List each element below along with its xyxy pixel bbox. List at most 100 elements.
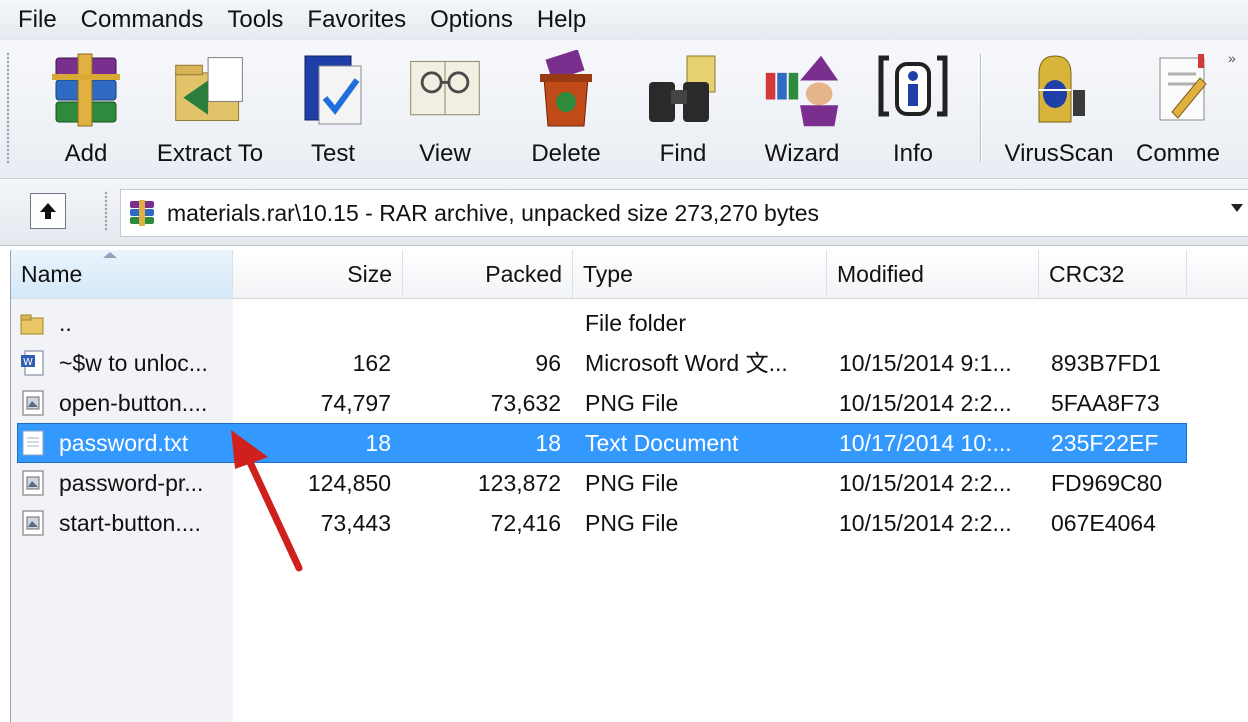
cell-type: PNG File [585,390,679,416]
file-row[interactable]: password.txt 18 18 Text Document 10/17/2014 … [11,423,1248,463]
info-label: Info [892,140,934,167]
toolbar-overflow-chevron-icon[interactable]: » [1228,50,1236,66]
file-row[interactable]: W ~$w to unloc... 162 96 Microsoft Word 文...… [11,343,1248,383]
view-button[interactable]: View [400,48,490,172]
cell-modified: 10/15/2014 2:2... [839,510,1012,536]
wizard-button[interactable]: Wizard [754,48,850,172]
file-row[interactable]: start-button.... 73,443 72,416 PNG File 10/1… [11,503,1248,543]
toolbar-grip[interactable] [6,52,10,164]
cell-type: File folder [585,310,686,336]
column-header-name[interactable]: Name [11,250,233,298]
comment-label: Comme [1135,140,1220,167]
wizard-icon [762,48,842,132]
address-grip[interactable] [104,191,108,231]
cell-size: 73,443 [320,510,391,536]
virusscan-button[interactable]: VirusScan [998,48,1120,172]
file-row[interactable]: .. File folder [11,303,1248,343]
delete-label: Delete [531,140,601,167]
comment-button[interactable]: Comme [1130,48,1226,172]
extract-folder-icon [170,48,250,132]
folder-icon [19,309,47,337]
address-path: materials.rar\10.15 - RAR archive, unpac… [167,199,819,226]
menu-options[interactable]: Options [418,0,525,40]
cell-modified: 10/15/2014 2:2... [839,390,1012,416]
file-list: Name Size Packed Type Modified CRC32 .. F… [10,250,1248,722]
info-icon [873,48,953,132]
cell-type: Microsoft Word 文... [585,350,788,376]
cell-size [233,303,391,343]
cell-crc [1051,303,1187,343]
recycle-bin-icon [526,48,606,132]
menu-file[interactable]: File [0,0,69,40]
column-header-size[interactable]: Size [233,250,403,298]
column-header-packed[interactable]: Packed [403,250,573,298]
column-header-crc32[interactable]: CRC32 [1039,250,1187,298]
find-button[interactable]: Find [636,48,730,172]
add-archive-icon [46,48,126,132]
menu-bar: File Commands Tools Favorites Options He… [0,0,1248,40]
cell-name: password.txt [59,430,189,456]
cell-size: 18 [365,430,391,456]
cell-crc: 893B7FD1 [1051,350,1161,376]
test-button[interactable]: Test [290,48,376,172]
test-check-icon [293,48,373,132]
address-row: materials.rar\10.15 - RAR archive, unpac… [0,179,1248,246]
extract-to-button[interactable]: Extract To [150,48,270,172]
text-file-icon [19,429,47,457]
cell-type: Text Document [585,430,739,456]
cell-crc: 5FAA8F73 [1051,390,1160,416]
cell-size: 124,850 [307,470,391,496]
address-dropdown-icon[interactable] [1231,204,1243,212]
comment-icon [1138,48,1218,132]
cell-modified [839,303,1039,343]
word-doc-icon: W [19,349,47,377]
menu-favorites[interactable]: Favorites [295,0,418,40]
binoculars-icon [643,48,723,132]
file-row[interactable]: password-pr... 124,850 123,872 PNG File 10/1… [11,463,1248,503]
menu-commands[interactable]: Commands [69,0,216,40]
up-folder-button[interactable] [30,193,66,229]
add-button[interactable]: Add [34,48,138,172]
cell-packed: 73,632 [490,390,561,416]
cell-crc: FD969C80 [1051,470,1163,496]
image-file-icon [19,509,47,537]
column-header-type[interactable]: Type [573,250,827,298]
virusscan-label: VirusScan [1004,140,1114,167]
cell-size: 74,797 [320,390,391,416]
cell-modified: 10/17/2014 10:... [839,430,1012,456]
add-label: Add [64,140,108,167]
toolbar: Add Extract To Test View Delete Find Wiz… [0,40,1248,179]
cell-name: .. [59,310,72,336]
file-row[interactable]: open-button.... 74,797 73,632 PNG File 10/15… [11,383,1248,423]
cell-packed: 96 [535,350,561,376]
extract-to-label: Extract To [156,140,264,167]
sort-ascending-icon [103,252,117,258]
column-header-modified[interactable]: Modified [827,250,1039,298]
menu-tools[interactable]: Tools [215,0,295,40]
test-label: Test [310,140,355,167]
delete-button[interactable]: Delete [516,48,616,172]
cell-modified: 10/15/2014 2:2... [839,470,1012,496]
column-header-row: Name Size Packed Type Modified CRC32 [11,250,1248,299]
toolbar-separator [980,54,981,162]
svg-text:W: W [23,357,33,368]
cell-packed: 18 [535,430,561,456]
virus-scan-icon [1019,48,1099,132]
cell-size: 162 [352,350,391,376]
cell-crc: 067E4064 [1051,510,1156,536]
info-button[interactable]: Info [868,48,958,172]
cell-packed: 123,872 [477,470,561,496]
cell-modified: 10/15/2014 9:1... [839,350,1012,376]
cell-type: PNG File [585,510,679,536]
cell-type: PNG File [585,470,679,496]
find-label: Find [659,140,707,167]
menu-help[interactable]: Help [525,0,598,40]
image-file-icon [19,469,47,497]
cell-name: start-button.... [59,510,201,536]
up-arrow-icon [40,203,56,219]
rar-archive-icon [130,200,154,226]
address-bar[interactable]: materials.rar\10.15 - RAR archive, unpac… [120,189,1248,237]
view-label: View [419,140,471,167]
cell-name: ~$w to unloc... [59,350,208,376]
image-file-icon [19,389,47,417]
